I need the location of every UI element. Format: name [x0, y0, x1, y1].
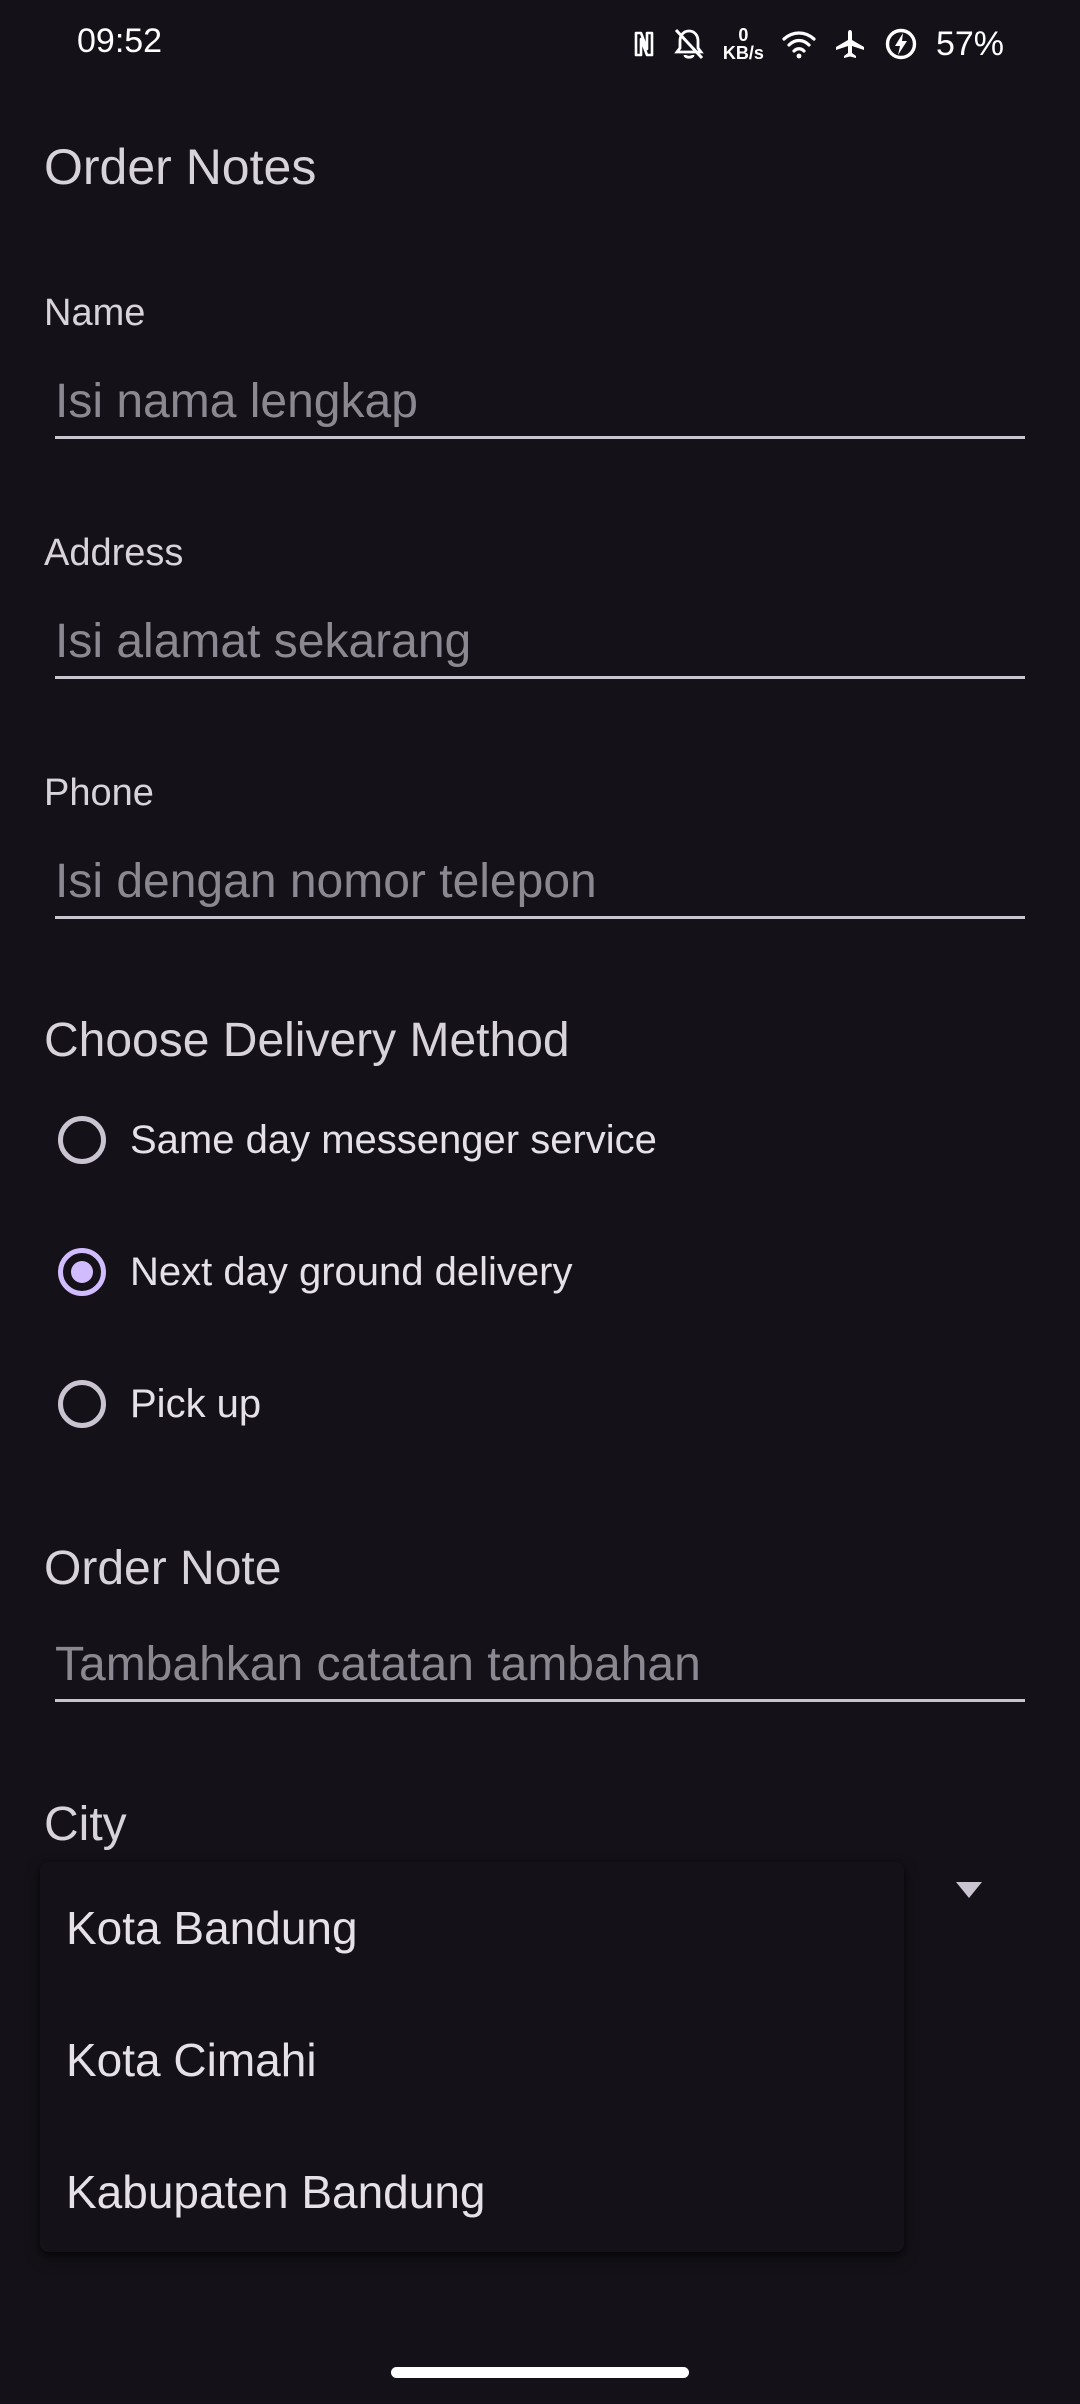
- net-speed-unit: KB/s: [722, 43, 764, 63]
- radio-dot: [71, 1261, 93, 1283]
- name-label: Name: [44, 292, 146, 334]
- page-title: Order Notes: [44, 139, 317, 195]
- city-option-kabupaten-bandung[interactable]: Kabupaten Bandung: [66, 2126, 886, 2258]
- battery-saver-icon: [884, 27, 918, 61]
- radio-unchecked-icon[interactable]: [58, 1116, 106, 1164]
- status-time: 09:52: [77, 22, 163, 60]
- status-icons: 0 KB/s 57%: [633, 18, 1004, 70]
- radio-unchecked-icon[interactable]: [58, 1380, 106, 1428]
- city-option-kota-bandung[interactable]: Kota Bandung: [66, 1862, 886, 1994]
- name-input[interactable]: [55, 366, 1025, 439]
- radio-same-day[interactable]: Same day messenger service: [58, 1110, 657, 1170]
- battery-percent: 57%: [935, 24, 1004, 63]
- address-label: Address: [44, 532, 184, 574]
- net-speed-value: 0: [738, 25, 749, 45]
- phone-label: Phone: [44, 772, 154, 814]
- radio-label-next-day: Next day ground delivery: [130, 1249, 573, 1294]
- nfc-icon: [633, 29, 655, 59]
- order-note-input[interactable]: [55, 1629, 1025, 1702]
- radio-checked-icon[interactable]: [58, 1248, 106, 1296]
- radio-label-pick-up: Pick up: [130, 1381, 262, 1426]
- radio-pick-up[interactable]: Pick up: [58, 1374, 261, 1434]
- bell-off-icon: [673, 27, 705, 61]
- home-indicator[interactable]: [391, 2367, 689, 2378]
- phone-input[interactable]: [55, 846, 1025, 919]
- airplane-icon: [834, 28, 866, 60]
- dropdown-arrow-icon[interactable]: [954, 1880, 984, 1900]
- city-dropdown-menu: Kota Bandung Kota Cimahi Kabupaten Bandu…: [40, 1862, 904, 2252]
- city-title: City: [44, 1798, 127, 1851]
- net-speed-indicator: 0 KB/s: [723, 26, 764, 62]
- delivery-method-title: Choose Delivery Method: [44, 1014, 570, 1067]
- radio-next-day[interactable]: Next day ground delivery: [58, 1242, 572, 1302]
- wifi-icon: [782, 29, 816, 59]
- radio-label-same-day: Same day messenger service: [130, 1117, 657, 1162]
- address-input[interactable]: [55, 606, 1025, 679]
- order-note-title: Order Note: [44, 1542, 282, 1595]
- city-option-kota-cimahi[interactable]: Kota Cimahi: [66, 1994, 886, 2126]
